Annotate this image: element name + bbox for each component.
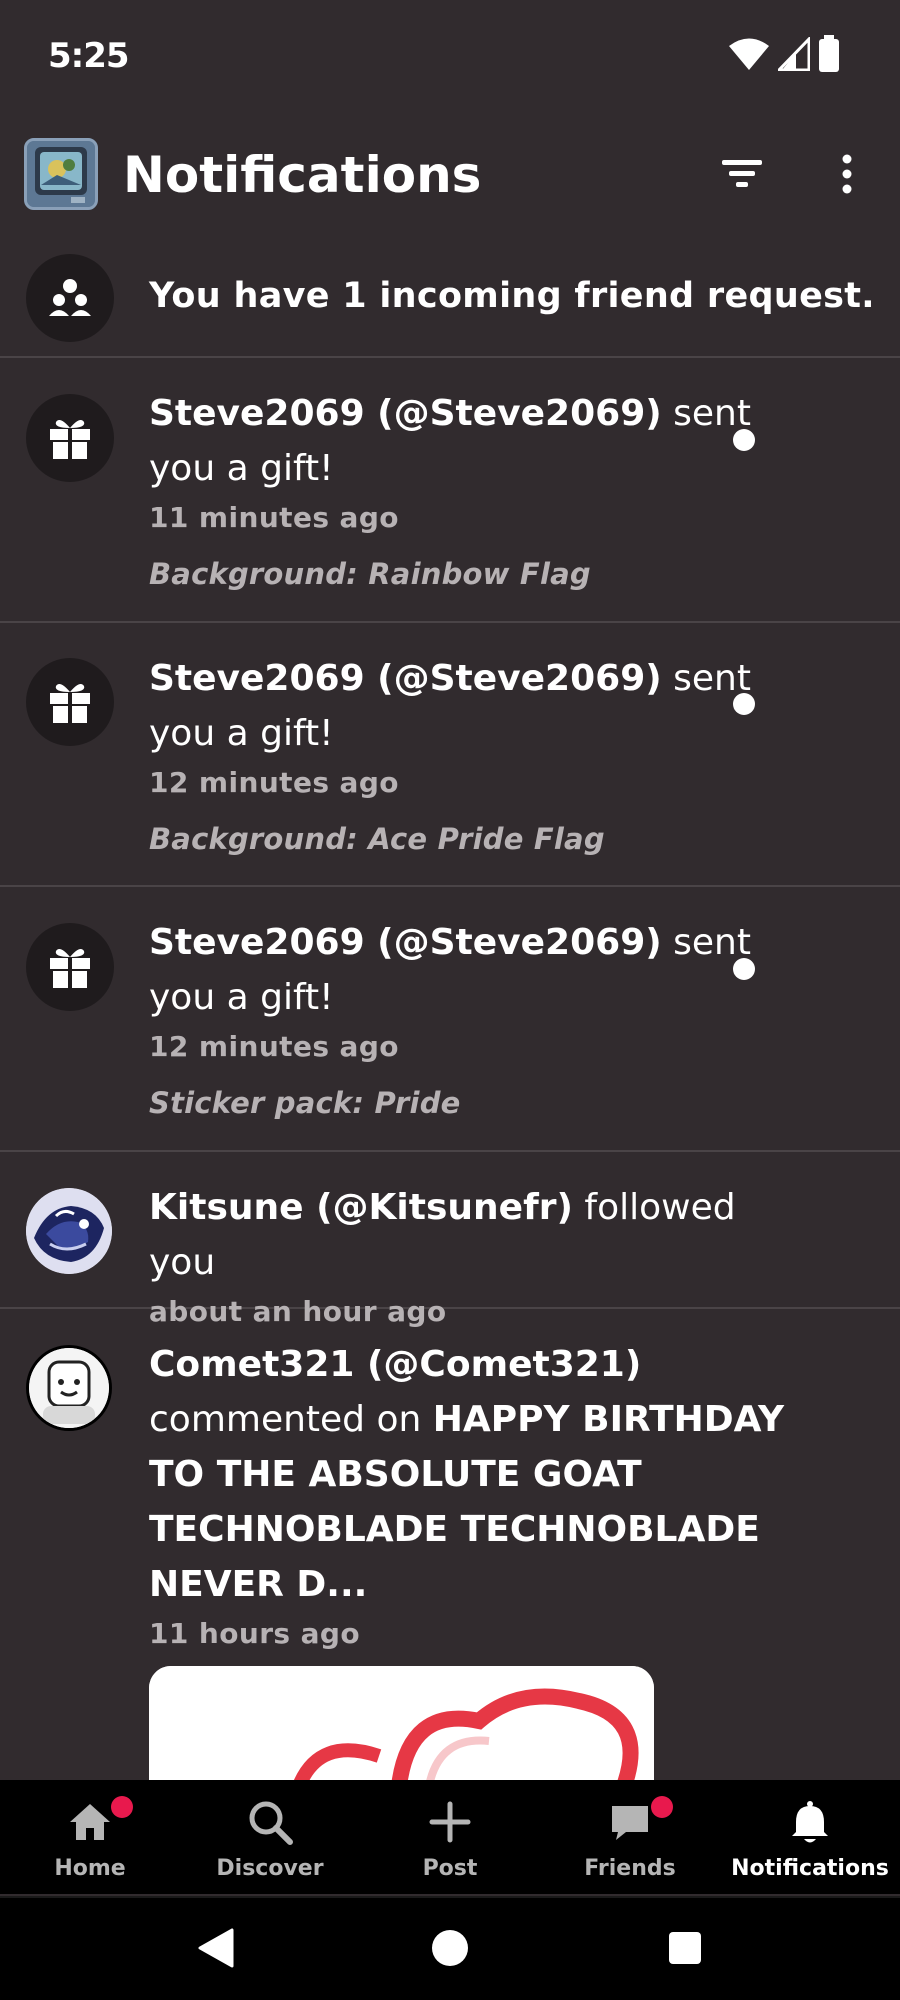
back-icon[interactable] <box>196 1928 234 1968</box>
notification-item[interactable]: Steve2069 (@Steve2069) sent you a gift! … <box>0 358 900 623</box>
nav-post[interactable]: Post <box>360 1780 540 1894</box>
nav-friends[interactable]: Friends <box>540 1780 720 1894</box>
notification-user[interactable]: Steve2069 (@Steve2069) <box>149 393 662 434</box>
notification-user[interactable]: Steve2069 (@Steve2069) <box>149 658 662 699</box>
notification-user[interactable]: Steve2069 (@Steve2069) <box>149 922 662 963</box>
friends-badge <box>651 1796 673 1818</box>
notification-body: Steve2069 (@Steve2069) sent you a gift! … <box>149 386 789 598</box>
gift-icon <box>50 684 90 723</box>
page-title: Notifications <box>123 146 482 204</box>
status-bar: 5:25 <box>0 0 900 110</box>
friend-request-text: You have 1 incoming friend request. <box>149 276 875 316</box>
notification-action: commented on <box>149 1399 433 1440</box>
notification-time: 11 minutes ago <box>149 501 399 534</box>
nav-discover-label: Discover <box>216 1856 324 1881</box>
unread-dot <box>733 693 755 715</box>
notification-detail: Background: Ace Pride Flag <box>149 822 605 856</box>
notification-user[interactable]: Comet321 (@Comet321) <box>149 1344 641 1385</box>
app-bar: Notifications <box>0 130 900 220</box>
friend-request-banner[interactable]: You have 1 incoming friend request. <box>0 240 900 358</box>
notification-item[interactable]: Steve2069 (@Steve2069) sent you a gift! … <box>0 887 900 1152</box>
unread-dot <box>733 429 755 451</box>
gift-icon-circle <box>26 394 114 482</box>
notification-user[interactable]: Kitsune (@Kitsunefr) <box>149 1187 573 1228</box>
notification-time: 12 minutes ago <box>149 1030 399 1063</box>
more-vert-icon <box>842 154 852 194</box>
notification-body: Steve2069 (@Steve2069) sent you a gift! … <box>149 651 789 863</box>
nav-notifications-label: Notifications <box>731 1856 889 1881</box>
gift-icon <box>50 420 90 459</box>
nav-post-label: Post <box>422 1856 478 1881</box>
avatar[interactable] <box>26 1345 112 1431</box>
gift-icon-circle <box>26 923 114 1011</box>
more-options-button[interactable] <box>817 144 877 204</box>
home-icon <box>70 1804 110 1840</box>
signal-icon <box>778 37 810 71</box>
search-icon <box>249 1801 293 1845</box>
gift-icon <box>50 949 90 988</box>
status-time: 5:25 <box>48 36 130 76</box>
filter-button[interactable] <box>712 144 772 204</box>
home-badge <box>111 1796 133 1818</box>
notification-item[interactable]: Steve2069 (@Steve2069) sent you a gift! … <box>0 623 900 887</box>
people-icon <box>49 279 91 316</box>
notification-body: Comet321 (@Comet321) commented on HAPPY … <box>149 1337 789 1656</box>
plus-icon <box>429 1801 471 1843</box>
status-icons <box>728 34 840 74</box>
notification-body: Steve2069 (@Steve2069) sent you a gift! … <box>149 915 789 1127</box>
avatar[interactable] <box>26 1188 112 1274</box>
battery-icon <box>819 35 839 72</box>
people-icon-circle <box>26 254 114 342</box>
nav-notifications[interactable]: Notifications <box>720 1780 900 1894</box>
chat-icon <box>612 1806 648 1840</box>
notification-item[interactable]: Kitsune (@Kitsunefr) followed you about … <box>0 1152 900 1328</box>
gift-icon-circle <box>26 658 114 746</box>
home-circle-icon[interactable] <box>430 1928 470 1968</box>
notification-time: 11 hours ago <box>149 1617 361 1650</box>
system-nav-bar <box>0 1896 900 2000</box>
app-logo[interactable] <box>24 138 98 210</box>
bottom-nav: Home Discover Post Friends Notifications <box>0 1780 900 1894</box>
notification-detail: Sticker pack: Pride <box>149 1086 461 1120</box>
bell-icon <box>792 1801 828 1843</box>
nav-home-label: Home <box>54 1856 126 1881</box>
nav-discover[interactable]: Discover <box>180 1780 360 1894</box>
unread-dot <box>733 958 755 980</box>
filter-icon <box>722 160 762 187</box>
nav-friends-label: Friends <box>584 1856 676 1881</box>
notification-time: 12 minutes ago <box>149 766 399 799</box>
recents-icon[interactable] <box>667 1930 703 1966</box>
post-preview-image[interactable] <box>149 1666 654 1786</box>
wifi-icon <box>729 38 769 70</box>
nav-home[interactable]: Home <box>0 1780 180 1894</box>
notification-detail: Background: Rainbow Flag <box>149 557 591 591</box>
